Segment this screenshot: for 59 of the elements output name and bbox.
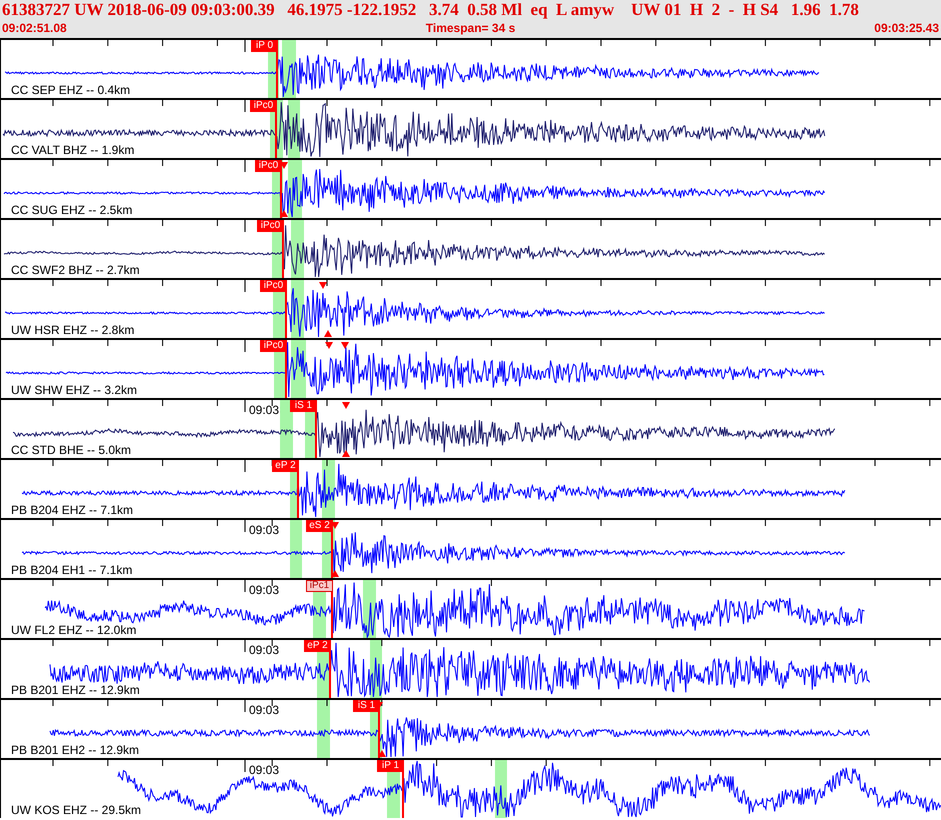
station-label: UW KOS EHZ -- 29.5km	[11, 804, 142, 817]
triangle-marker-icon	[280, 210, 288, 217]
time-label: 09:03	[249, 644, 280, 657]
time-label: 09:03	[249, 524, 280, 537]
pick-window	[290, 520, 302, 578]
triangle-marker-icon	[324, 330, 332, 337]
station-label: UW FL2 EHZ -- 12.0km	[11, 624, 136, 637]
triangle-marker-icon	[342, 402, 350, 409]
pick-flag[interactable]: iPc0	[250, 100, 277, 112]
station-label: CC VALT BHZ -- 1.9km	[11, 144, 134, 157]
triangle-marker-icon	[378, 750, 386, 757]
start-time: 09:02:51.08	[2, 20, 67, 36]
station-label: PB B204 EHZ -- 7.1km	[11, 504, 134, 517]
pick-line	[275, 112, 277, 158]
triangle-marker-icon	[319, 282, 327, 289]
time-label: 09:03	[249, 764, 280, 777]
station-label: CC SUG EHZ -- 2.5km	[11, 204, 132, 217]
station-label: CC SWF2 BHZ -- 2.7km	[11, 264, 140, 277]
station-label: PB B204 EH1 -- 7.1km	[11, 564, 132, 577]
end-time: 09:03:25.43	[874, 20, 939, 36]
station-label: PB B201 EH2 -- 12.9km	[11, 744, 140, 757]
station-label: CC SEP EHZ -- 0.4km	[11, 84, 130, 97]
pick-line	[297, 472, 299, 518]
station-label: CC STD BHE -- 5.0km	[11, 444, 132, 457]
station-label: UW SHW EHZ -- 3.2km	[11, 384, 137, 397]
time-label: 09:03	[249, 704, 280, 717]
event-summary: 61383727 UW 2018-06-09 09:03:00.39 46.1975 -122.1952 3.74 0.58 Ml eq L amyw UW 01 H 2 - H S4 1.96 1.78	[1, 0, 860, 20]
timespan-label: Timespan= 34 s	[426, 20, 516, 36]
station-label: UW HSR EHZ -- 2.8km	[11, 324, 134, 337]
pick-flag[interactable]: iPc1	[306, 580, 333, 592]
pick-line	[285, 352, 287, 398]
triangle-marker-icon	[341, 342, 349, 349]
pick-window	[280, 400, 293, 458]
pick-line	[276, 52, 278, 98]
pick-line	[285, 292, 287, 338]
pick-line	[329, 652, 331, 698]
pick-flag[interactable]: iP 1	[377, 760, 404, 772]
pick-flag[interactable]: iP 0	[251, 40, 278, 52]
pick-line	[402, 772, 404, 818]
pick-flag[interactable]: eP 2	[304, 640, 331, 652]
triangle-marker-icon	[325, 342, 333, 349]
pick-line	[331, 592, 333, 638]
pick-line	[282, 232, 284, 278]
time-label: 09:03	[249, 404, 280, 417]
pick-line	[331, 532, 333, 578]
pick-flag[interactable]: eP 2	[272, 460, 299, 472]
pick-line	[315, 412, 317, 458]
pick-flag[interactable]: iPc0	[260, 280, 287, 292]
triangle-marker-icon	[331, 570, 339, 577]
triangle-marker-icon	[342, 450, 350, 457]
pick-window	[317, 700, 330, 758]
pick-flag[interactable]: iPc0	[260, 340, 287, 352]
pick-flag[interactable]: iPc0	[257, 220, 284, 232]
pick-flag[interactable]: iS 1	[353, 700, 380, 712]
pick-line	[280, 172, 282, 218]
pick-flag[interactable]: iS 1	[290, 400, 317, 412]
pick-line	[378, 712, 380, 758]
station-label: PB B201 EHZ -- 12.9km	[11, 684, 140, 697]
time-label: 09:03	[249, 584, 280, 597]
